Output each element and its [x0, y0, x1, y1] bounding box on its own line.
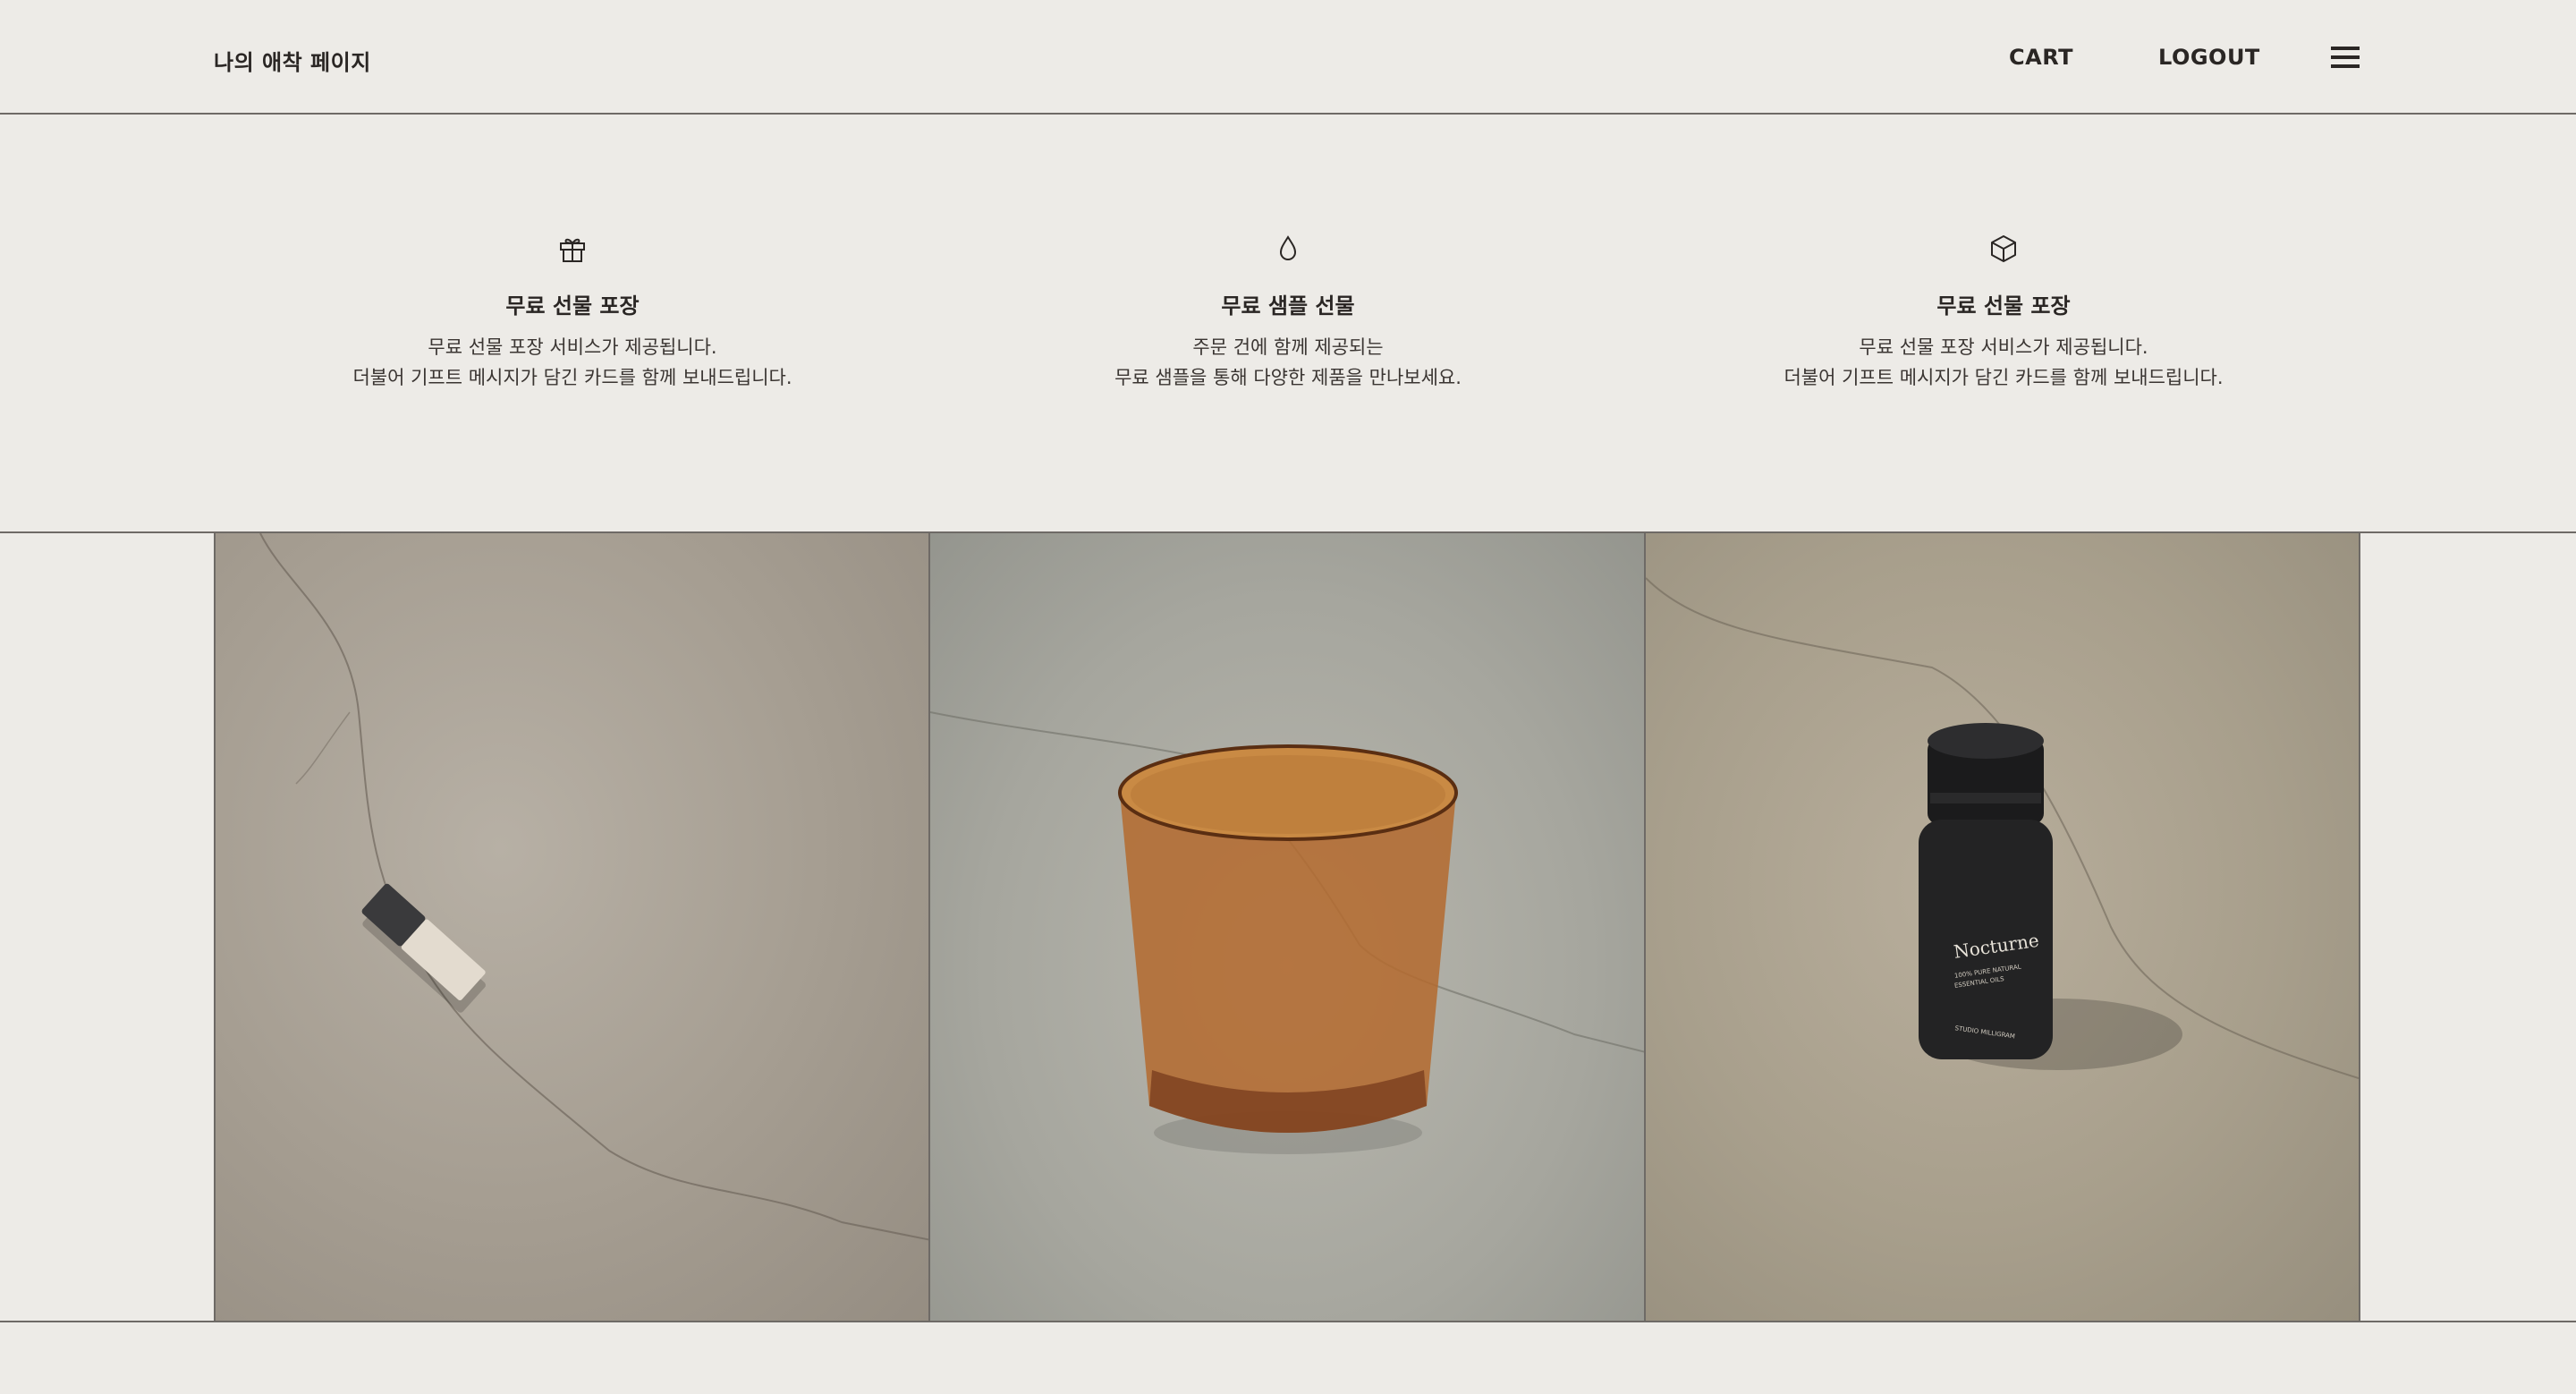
feature-section: 무료 선물 포장 무료 선물 포장 서비스가 제공됩니다. 더불어 기프트 메시…	[0, 115, 2576, 533]
oil-bottle-image: Nocturne 100% PURE NATURAL ESSENTIAL OIL…	[1646, 577, 2359, 1080]
feature-gift-wrap: 무료 선물 포장 무료 선물 포장 서비스가 제공됩니다. 더불어 기프트 메시…	[304, 233, 841, 393]
incense-stick-image	[259, 533, 928, 1241]
feature-free-sample: 무료 샘플 선물 주문 건에 함께 제공되는 무료 샘플을 통해 다양한 제품을…	[1020, 233, 1556, 393]
hamburger-menu-icon[interactable]	[2331, 47, 2360, 70]
brand-logo[interactable]: 나의 애착 페이지	[214, 45, 371, 76]
feature-title: 무료 선물 포장	[505, 293, 640, 319]
logout-link[interactable]: LOGOUT	[2158, 45, 2260, 70]
feature-description: 주문 건에 함께 제공되는 무료 샘플을 통해 다양한 제품을 만나보세요.	[1020, 332, 1556, 393]
essential-oil-bottle-photo[interactable]: Nocturne 100% PURE NATURAL ESSENTIAL OIL…	[1645, 533, 2360, 1321]
drop-icon	[1279, 235, 1297, 260]
amber-glass-photo[interactable]	[929, 533, 1645, 1321]
box-icon	[1991, 235, 2016, 262]
feature-description: 무료 선물 포장 서비스가 제공됩니다. 더불어 기프트 메시지가 담긴 카드를…	[1735, 332, 2272, 393]
feature-desc-line: 무료 선물 포장 서비스가 제공됩니다.	[428, 336, 717, 358]
feature-title: 무료 선물 포장	[1936, 293, 2071, 319]
feature-desc-line: 주문 건에 함께 제공되는	[1192, 336, 1384, 358]
feature-desc-line: 무료 샘플을 통해 다양한 제품을 만나보세요.	[1114, 367, 1462, 388]
cart-link[interactable]: CART	[2009, 45, 2073, 70]
amber-glass-image	[930, 711, 1644, 1154]
feature-gift-wrap-2: 무료 선물 포장 무료 선물 포장 서비스가 제공됩니다. 더불어 기프트 메시…	[1735, 233, 2272, 393]
feature-title: 무료 샘플 선물	[1221, 293, 1355, 319]
feature-desc-line: 더불어 기프트 메시지가 담긴 카드를 함께 보내드립니다.	[352, 367, 792, 388]
feature-desc-line: 더불어 기프트 메시지가 담긴 카드를 함께 보내드립니다.	[1784, 367, 2224, 388]
feature-desc-line: 무료 선물 포장 서비스가 제공됩니다.	[1859, 336, 2148, 358]
site-header: 나의 애착 페이지 CART LOGOUT	[0, 0, 2576, 115]
gift-icon	[560, 238, 585, 262]
product-gallery: Nocturne 100% PURE NATURAL ESSENTIAL OIL…	[0, 533, 2576, 1322]
feature-description: 무료 선물 포장 서비스가 제공됩니다. 더불어 기프트 메시지가 담긴 카드를…	[304, 332, 841, 393]
incense-stick-photo[interactable]	[214, 533, 929, 1321]
